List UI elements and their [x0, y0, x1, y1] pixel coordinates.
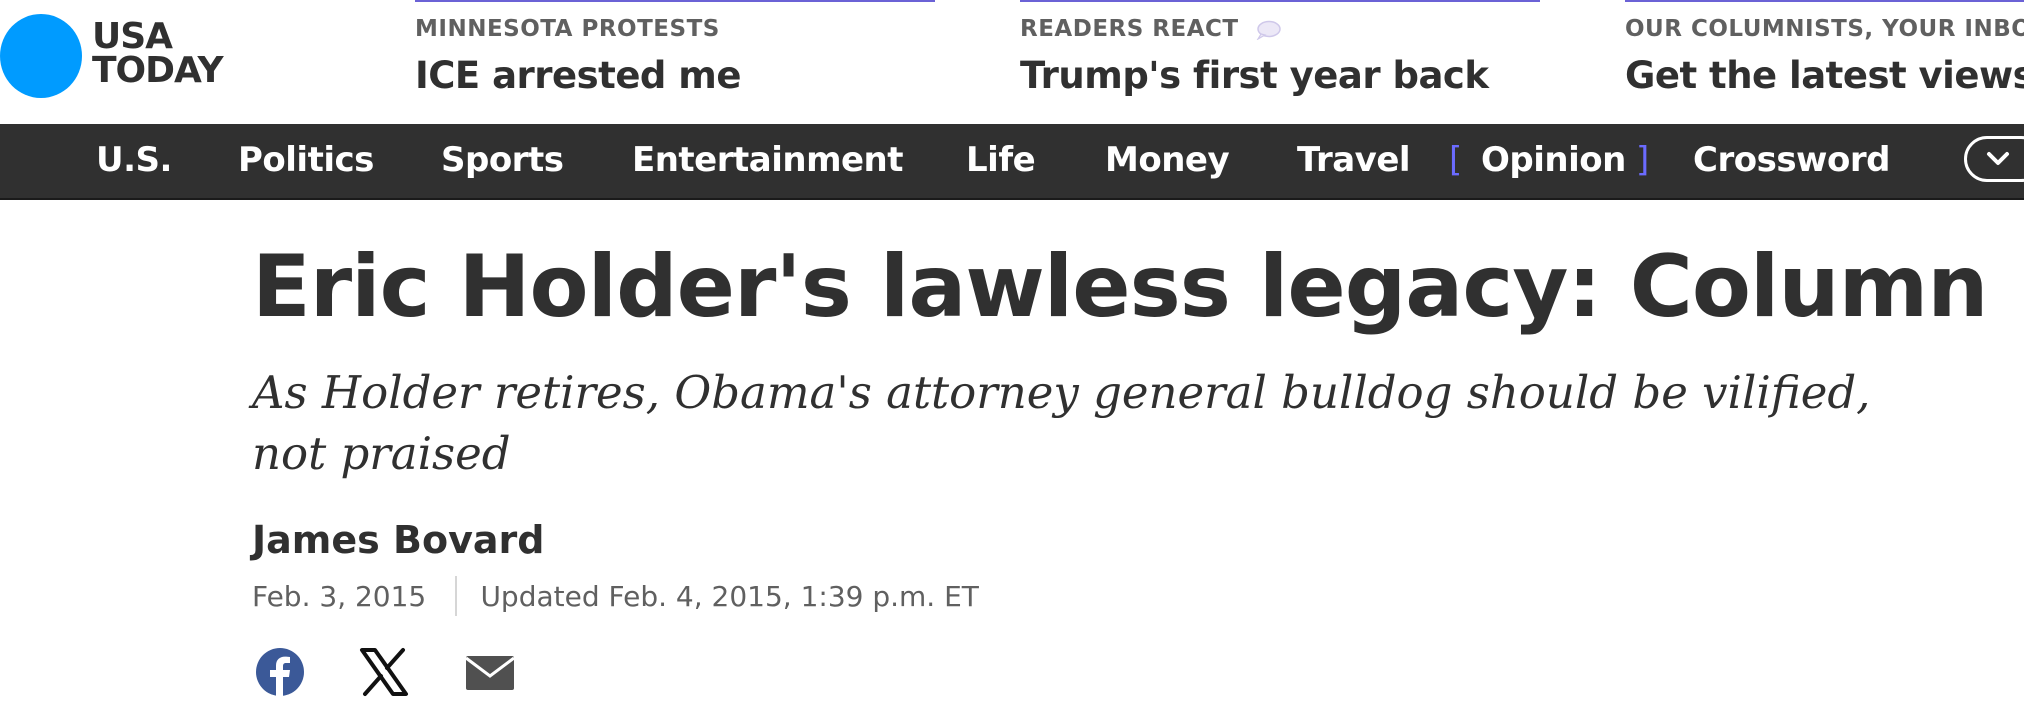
promo-kicker: MINNESOTA PROTESTS	[415, 16, 720, 42]
nav-item-crossword[interactable]: Crossword	[1693, 138, 1890, 182]
nav-item-life[interactable]: Life	[966, 138, 1036, 182]
nav-item-travel[interactable]: Travel	[1297, 138, 1411, 182]
logo-dot-icon	[0, 14, 82, 98]
usa-today-logo[interactable]: USA TODAY	[0, 14, 240, 100]
opinion-bracket-close: ]	[1636, 140, 1649, 180]
published-date: Feb. 3, 2015	[252, 579, 427, 613]
nav-item-opinion[interactable]: Opinion	[1481, 138, 1626, 182]
article-subheadline: As Holder retires, Obama's attorney gene…	[252, 366, 1871, 480]
promo-divider	[1020, 0, 1540, 2]
promo-headline: ICE arrested me	[415, 54, 741, 97]
promo-divider	[415, 0, 935, 2]
chevron-down-icon	[1987, 152, 2009, 165]
nav-item-us[interactable]: U.S.	[96, 138, 172, 182]
logo-wordmark: USA TODAY	[92, 16, 224, 91]
updated-date: Updated Feb. 4, 2015, 1:39 p.m. ET	[480, 579, 979, 613]
share-facebook-button[interactable]	[252, 644, 308, 700]
nav-item-entertainment[interactable]: Entertainment	[632, 138, 904, 182]
x-icon	[360, 648, 408, 696]
main-nav: U.S. Politics Sports Entertainment Life …	[0, 124, 2024, 200]
share-email-button[interactable]	[462, 644, 518, 700]
nav-item-money[interactable]: Money	[1105, 138, 1230, 182]
logo-line-2: TODAY	[92, 50, 224, 91]
top-banner: USA TODAY MINNESOTA PROTESTS ICE arreste…	[0, 0, 2024, 124]
promo-kicker: OUR COLUMNISTS, YOUR INBO	[1625, 16, 2024, 42]
promo-kicker-wrap: READERS REACT	[1020, 16, 1281, 42]
promo-kicker: READERS REACT	[1020, 16, 1239, 42]
nav-item-sports[interactable]: Sports	[441, 138, 564, 182]
facebook-icon	[256, 648, 304, 696]
nav-more-button[interactable]	[1964, 136, 2024, 182]
speech-bubble-icon	[1256, 20, 1281, 40]
date-divider	[455, 576, 458, 616]
promo-minnesota-protests[interactable]: MINNESOTA PROTESTS ICE arrested me	[415, 0, 935, 110]
email-icon	[465, 656, 515, 690]
promo-divider	[1625, 0, 2024, 2]
promo-readers-react[interactable]: READERS REACT Trump's first year back	[1020, 0, 1540, 110]
promo-columnists-newsletter[interactable]: OUR COLUMNISTS, YOUR INBO Get the latest…	[1625, 0, 2024, 110]
promo-headline: Get the latest views	[1625, 54, 2024, 97]
nav-item-politics[interactable]: Politics	[238, 138, 374, 182]
share-x-button[interactable]	[356, 644, 412, 700]
opinion-bracket-open: [	[1449, 140, 1462, 180]
page: USA TODAY MINNESOTA PROTESTS ICE arreste…	[0, 0, 2024, 722]
author-byline[interactable]: James Bovard	[252, 518, 544, 562]
article-headline: Eric Holder's lawless legacy: Column	[252, 237, 1988, 337]
promo-headline: Trump's first year back	[1020, 54, 1489, 97]
logo-line-1: USA	[92, 16, 173, 57]
article-dates: Feb. 3, 2015 Updated Feb. 4, 2015, 1:39 …	[252, 576, 979, 620]
